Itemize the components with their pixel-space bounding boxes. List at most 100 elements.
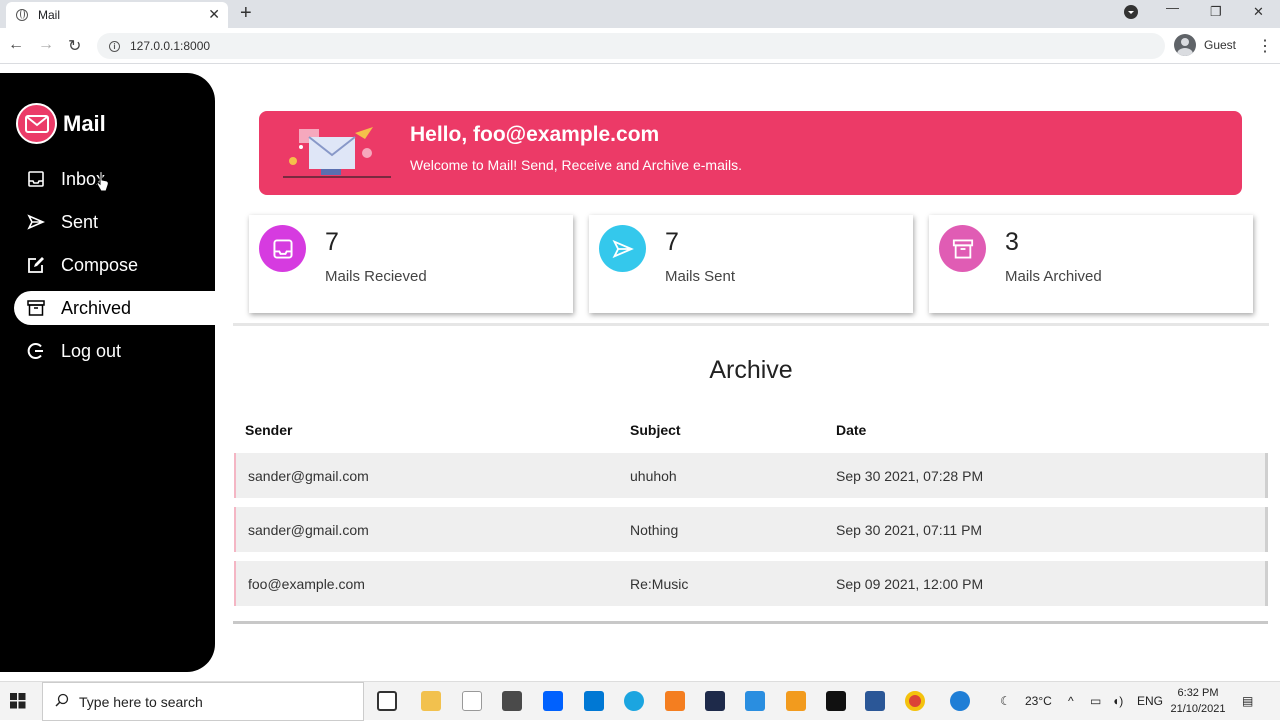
new-tab-icon[interactable]: + bbox=[240, 3, 252, 23]
sublime-icon[interactable] bbox=[786, 691, 806, 711]
edge-icon[interactable] bbox=[624, 691, 644, 711]
clock-time: 6:32 PM bbox=[1177, 687, 1219, 699]
browser-tab-bar: Mail ✕ + — ❐ ✕ bbox=[0, 0, 1280, 28]
sidebar-item-logout[interactable]: Log out bbox=[14, 334, 215, 368]
inbox-icon bbox=[26, 169, 46, 189]
notifications-icon[interactable]: ▤ bbox=[1242, 682, 1253, 721]
sidebar-item-archived[interactable]: Archived bbox=[14, 291, 215, 325]
window-close-icon[interactable]: ✕ bbox=[1253, 4, 1264, 20]
back-icon[interactable]: ← bbox=[8, 36, 24, 54]
taskbar-search-input[interactable]: Type here to search bbox=[42, 682, 364, 721]
tab-title: Mail bbox=[38, 8, 61, 22]
stat-label: Mails Sent bbox=[665, 268, 736, 285]
browser-tab[interactable]: Mail ✕ bbox=[6, 2, 228, 28]
sidebar-item-sent[interactable]: Sent bbox=[14, 205, 215, 239]
search-placeholder: Type here to search bbox=[79, 693, 203, 710]
url-bar[interactable]: i 127.0.0.1:8000 bbox=[97, 33, 1165, 59]
row-sender: foo@example.com bbox=[248, 576, 365, 592]
column-header-date: Date bbox=[836, 422, 867, 438]
weather-moon-icon[interactable]: ☾ bbox=[1000, 682, 1011, 721]
table-row[interactable]: sander@gmail.com uhuhoh Sep 30 2021, 07:… bbox=[234, 453, 1268, 498]
archive-title: Archive bbox=[709, 356, 793, 384]
sidebar-item-compose[interactable]: Compose bbox=[14, 248, 215, 282]
profile-name: Guest bbox=[1204, 38, 1237, 52]
table-row[interactable]: sander@gmail.com Nothing Sep 30 2021, 07… bbox=[234, 507, 1268, 552]
compose-icon bbox=[26, 255, 46, 275]
archive-icon bbox=[939, 225, 986, 272]
xampp-icon[interactable] bbox=[665, 691, 685, 711]
sidebar-item-label: Compose bbox=[61, 254, 139, 275]
windows-start-icon[interactable] bbox=[10, 693, 26, 714]
vscode-icon[interactable] bbox=[745, 691, 765, 711]
stat-value: 3 bbox=[1005, 228, 1019, 256]
taskbar-clock[interactable]: 6:32 PM 21/10/2021 bbox=[1166, 685, 1230, 717]
hero-subtitle: Welcome to Mail! Send, Receive and Archi… bbox=[410, 157, 742, 173]
site-info-icon[interactable]: i bbox=[109, 40, 120, 52]
menu-kebab-icon[interactable]: ⋮ bbox=[1257, 36, 1273, 56]
windows-taskbar: Type here to search ☾ 23°C ^ ▭ ◖) ENG 6:… bbox=[0, 681, 1280, 721]
restore-icon[interactable]: ❐ bbox=[1210, 4, 1222, 20]
globe-icon bbox=[16, 9, 28, 21]
file-explorer-icon[interactable] bbox=[421, 691, 441, 711]
stat-label: Mails Archived bbox=[1005, 268, 1102, 285]
sidebar-item-label: Archived bbox=[61, 297, 132, 318]
send-icon bbox=[26, 212, 46, 232]
stat-value: 7 bbox=[665, 228, 679, 256]
terminal-icon[interactable] bbox=[826, 691, 846, 711]
close-tab-icon[interactable]: ✕ bbox=[208, 6, 220, 23]
task-view-icon[interactable] bbox=[377, 691, 397, 711]
sidebar-item-inbox[interactable]: Inbox bbox=[14, 162, 215, 196]
stat-value: 7 bbox=[325, 228, 339, 256]
network-icon[interactable]: ▭ bbox=[1090, 682, 1101, 721]
minimize-icon[interactable]: — bbox=[1166, 0, 1179, 15]
table-bottom-border bbox=[233, 621, 1268, 624]
row-subject: uhuhoh bbox=[630, 468, 677, 484]
welcome-banner: Hello, foo@example.com Welcome to Mail! … bbox=[259, 111, 1242, 195]
stat-card-archived: 3 Mails Archived bbox=[929, 215, 1253, 313]
reload-icon[interactable]: ↻ bbox=[68, 36, 81, 56]
logout-icon bbox=[26, 341, 46, 361]
send-icon bbox=[599, 225, 646, 272]
search-icon bbox=[55, 693, 69, 710]
avatar-icon bbox=[1174, 34, 1196, 56]
mail-app-icon[interactable] bbox=[584, 691, 604, 711]
hand-cursor-icon bbox=[96, 171, 109, 192]
archive-icon bbox=[26, 298, 46, 318]
row-date: Sep 30 2021, 07:28 PM bbox=[836, 468, 984, 484]
url-text: 127.0.0.1:8000 bbox=[130, 39, 211, 53]
word-icon[interactable] bbox=[865, 691, 885, 711]
dropbox-icon[interactable] bbox=[543, 691, 563, 711]
brand[interactable]: Mail bbox=[16, 103, 106, 144]
tab-search-icon[interactable] bbox=[1124, 5, 1138, 22]
clock-date: 21/10/2021 bbox=[1170, 703, 1226, 715]
sidebar: Mail Inbox Sent Compose Archived Log out bbox=[0, 73, 215, 672]
stat-card-received: 7 Mails Recieved bbox=[249, 215, 573, 313]
brand-name: Mail bbox=[63, 110, 106, 136]
chrome-icon[interactable] bbox=[905, 691, 925, 711]
forward-icon[interactable]: → bbox=[38, 36, 54, 54]
address-toolbar: ← → ↻ i 127.0.0.1:8000 Guest ⋮ bbox=[0, 28, 1280, 64]
row-date: Sep 09 2021, 12:00 PM bbox=[836, 576, 984, 592]
app-icon[interactable] bbox=[705, 691, 725, 711]
store-icon[interactable] bbox=[502, 691, 522, 711]
row-date: Sep 30 2021, 07:11 PM bbox=[836, 522, 983, 538]
amazon-icon[interactable] bbox=[462, 691, 482, 711]
sidebar-item-label: Log out bbox=[61, 340, 122, 361]
help-icon[interactable] bbox=[950, 691, 970, 711]
volume-icon[interactable]: ◖) bbox=[1112, 682, 1123, 721]
column-header-subject: Subject bbox=[630, 422, 681, 438]
profile-button[interactable]: Guest bbox=[1174, 34, 1236, 56]
inbox-icon bbox=[259, 225, 306, 272]
language-indicator[interactable]: ENG bbox=[1137, 682, 1163, 721]
weather-temp[interactable]: 23°C bbox=[1025, 682, 1052, 721]
table-row[interactable]: foo@example.com Re:Music Sep 09 2021, 12… bbox=[234, 561, 1268, 606]
sidebar-item-label: Sent bbox=[61, 211, 99, 232]
row-sender: sander@gmail.com bbox=[248, 468, 369, 484]
divider bbox=[233, 323, 1269, 326]
row-sender: sander@gmail.com bbox=[248, 522, 369, 538]
tray-chevron-up-icon[interactable]: ^ bbox=[1068, 682, 1074, 721]
row-subject: Re:Music bbox=[630, 576, 689, 592]
stat-card-sent: 7 Mails Sent bbox=[589, 215, 913, 313]
mail-logo-icon bbox=[16, 103, 57, 144]
mail-illustration-icon bbox=[283, 127, 391, 178]
